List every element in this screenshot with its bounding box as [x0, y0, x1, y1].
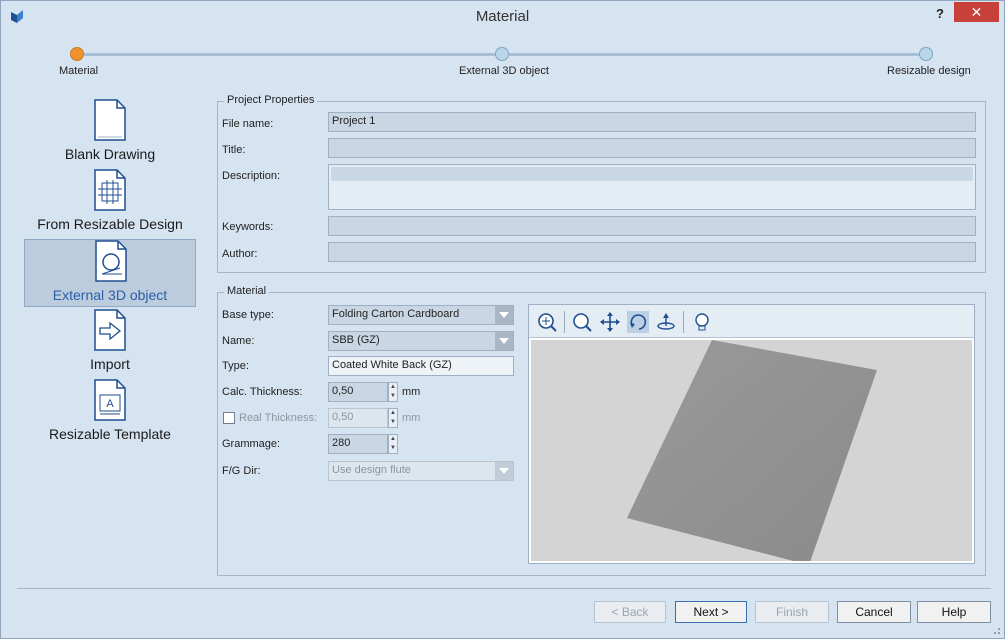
- type-label: Type:: [222, 360, 249, 372]
- description-label: Description:: [222, 170, 281, 182]
- name-label: Name:: [222, 335, 255, 347]
- footer-separator: [17, 588, 991, 589]
- nav-item-from-resizable-design[interactable]: From Resizable Design: [24, 169, 196, 237]
- fg-dir-dropdown[interactable]: Use design flute: [328, 461, 514, 481]
- chevron-down-icon[interactable]: [495, 332, 513, 350]
- author-label: Author:: [222, 248, 258, 260]
- calc-thickness-field[interactable]: 0,50: [328, 382, 388, 402]
- description-field[interactable]: [328, 164, 976, 210]
- viewer-toolbar: [529, 305, 974, 338]
- material-group: Material Base type: Folding Carton Cardb…: [217, 285, 986, 576]
- material-dialog: Material ? ✕ Material External 3D object…: [0, 0, 1005, 639]
- base-type-label: Base type:: [222, 309, 274, 321]
- keywords-field[interactable]: [328, 216, 976, 236]
- 3d-object-icon: [95, 240, 127, 282]
- carton-design-icon: [94, 169, 126, 211]
- step-label-external-3d: External 3D object: [459, 65, 549, 77]
- cardboard-preview: [627, 340, 877, 561]
- rotate-icon[interactable]: [627, 311, 649, 333]
- project-properties-group: Project Properties File name: Project 1 …: [217, 94, 986, 273]
- title-bar: Material ? ✕: [1, 1, 1004, 31]
- group-title: Material: [224, 285, 270, 297]
- type-field[interactable]: Coated White Back (GZ): [328, 356, 514, 376]
- fg-dir-label: F/G Dir:: [222, 465, 261, 477]
- step-connector: [84, 53, 502, 56]
- calc-thickness-label: Calc. Thickness:: [222, 386, 303, 398]
- 3d-viewer[interactable]: [528, 304, 975, 564]
- group-title: Project Properties: [224, 94, 318, 106]
- toolbar-separator: [564, 311, 565, 333]
- zoom-fit-icon[interactable]: [571, 311, 593, 333]
- toolbar-separator: [683, 311, 684, 333]
- pan-icon[interactable]: [599, 311, 621, 333]
- resize-grip-icon[interactable]: [991, 625, 1001, 635]
- description-text: [331, 167, 973, 181]
- nav-item-resizable-template[interactable]: A Resizable Template: [24, 379, 196, 447]
- step-label-material: Material: [59, 65, 99, 77]
- nav-item-external-3d-object[interactable]: External 3D object: [24, 239, 196, 307]
- step-dot-material: [70, 47, 84, 61]
- base-type-dropdown[interactable]: Folding Carton Cardboard: [328, 305, 514, 325]
- template-icon: A: [94, 379, 126, 421]
- calc-thickness-unit: mm: [402, 386, 421, 398]
- blank-document-icon: [94, 99, 126, 141]
- cancel-button[interactable]: Cancel: [837, 601, 911, 623]
- step-dot-resizable: [919, 47, 933, 61]
- real-thickness-stepper[interactable]: ▲ ▼: [388, 408, 398, 428]
- finish-button[interactable]: Finish: [755, 601, 829, 623]
- step-dot-external-3d: [495, 47, 509, 61]
- help-title-button[interactable]: ?: [931, 5, 949, 23]
- name-value: SBB (GZ): [332, 334, 380, 346]
- nav-label: External 3D object: [52, 287, 168, 303]
- calc-thickness-stepper[interactable]: ▲ ▼: [388, 382, 398, 402]
- real-thickness-field[interactable]: 0,50: [328, 408, 388, 428]
- nav-item-blank-drawing[interactable]: Blank Drawing: [24, 99, 196, 167]
- keywords-label: Keywords:: [222, 221, 274, 233]
- file-name-label: File name:: [222, 118, 274, 130]
- step-label-resizable: Resizable design: [887, 65, 971, 77]
- base-type-value: Folding Carton Cardboard: [332, 308, 460, 320]
- file-name-field[interactable]: Project 1: [328, 112, 976, 132]
- window-title: Material: [475, 8, 530, 25]
- step-connector: [509, 53, 927, 56]
- nav-label: Blank Drawing: [64, 146, 156, 162]
- 3d-viewport[interactable]: [531, 340, 972, 561]
- dialog-content: Material External 3D object Resizable de…: [9, 31, 996, 631]
- title-label: Title:: [222, 144, 246, 156]
- grammage-stepper[interactable]: ▲ ▼: [388, 434, 398, 454]
- nav-label: Resizable Template: [49, 426, 171, 442]
- back-button[interactable]: < Back: [594, 601, 666, 623]
- close-button[interactable]: ✕: [954, 2, 999, 22]
- zoom-window-icon[interactable]: [536, 311, 558, 333]
- title-field[interactable]: [328, 138, 976, 158]
- chevron-down-icon[interactable]: [495, 462, 513, 480]
- nav-item-import[interactable]: Import: [24, 309, 196, 377]
- import-arrow-icon: [94, 309, 126, 351]
- nav-label: Import: [90, 356, 130, 372]
- real-thickness-unit: mm: [402, 412, 421, 424]
- light-bulb-icon[interactable]: [691, 311, 713, 333]
- name-dropdown[interactable]: SBB (GZ): [328, 331, 514, 351]
- chevron-down-icon[interactable]: [495, 306, 513, 324]
- orbit-icon[interactable]: [655, 311, 677, 333]
- next-button[interactable]: Next >: [675, 601, 747, 623]
- svg-text:A: A: [106, 398, 114, 410]
- real-thickness-checkbox[interactable]: [223, 412, 235, 424]
- nav-label: From Resizable Design: [37, 216, 183, 232]
- grammage-label: Grammage:: [222, 438, 281, 450]
- grammage-field[interactable]: 280: [328, 434, 388, 454]
- help-button[interactable]: Help: [917, 601, 991, 623]
- real-thickness-label: Real Thickness:: [239, 412, 318, 424]
- fg-dir-value: Use design flute: [332, 464, 411, 476]
- author-field[interactable]: [328, 242, 976, 262]
